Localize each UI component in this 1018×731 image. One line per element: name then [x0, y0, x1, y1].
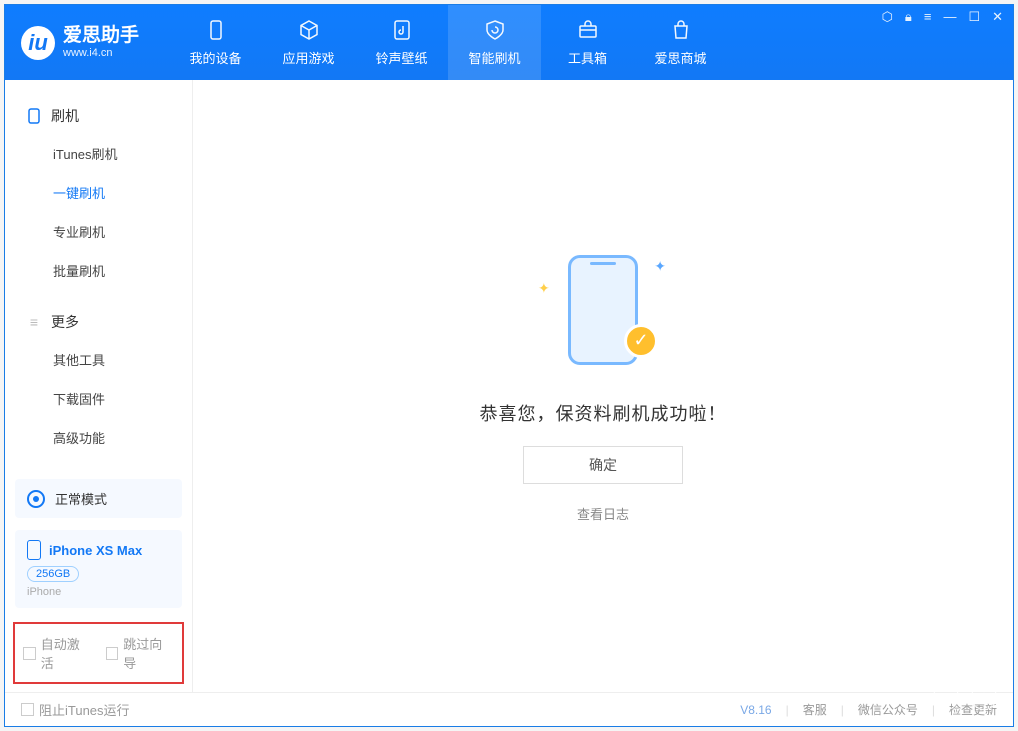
- checkbox-auto-activate[interactable]: 自动激活: [23, 634, 92, 672]
- list-icon: ≡: [27, 315, 41, 329]
- success-illustration: ✦ ✦ ✓: [538, 250, 668, 380]
- footer-support-link[interactable]: 客服: [803, 701, 827, 718]
- tab-label: 爱思商城: [655, 48, 707, 67]
- body: 刷机 iTunes刷机 一键刷机 专业刷机 批量刷机 ≡ 更多 其他工具 下载固…: [5, 80, 1013, 692]
- checkbox-block-itunes[interactable]: 阻止iTunes运行: [21, 700, 130, 719]
- options-highlighted: 自动激活 跳过向导: [13, 622, 184, 684]
- main-tabs: 我的设备 应用游戏 铃声壁纸 智能刷机 工具箱 爱思商城: [169, 5, 727, 80]
- version-label: V8.16: [740, 703, 771, 717]
- user-icon: [977, 690, 991, 704]
- logo-icon: iu: [21, 26, 55, 60]
- sidebar-item-batch-flash[interactable]: 批量刷机: [5, 251, 192, 290]
- tab-label: 智能刷机: [469, 48, 521, 67]
- tab-my-device[interactable]: 我的设备: [169, 5, 262, 80]
- sidebar-item-oneclick-flash[interactable]: 一键刷机: [5, 173, 192, 212]
- minimize-button[interactable]: —: [943, 9, 956, 25]
- sidebar-section-flash: 刷机: [5, 98, 192, 134]
- device-card[interactable]: iPhone XS Max 256GB iPhone: [15, 530, 182, 608]
- tab-apps-games[interactable]: 应用游戏: [262, 5, 355, 80]
- app-name: 爱思助手: [63, 26, 139, 47]
- mode-label: 正常模式: [55, 489, 107, 508]
- sidebar-item-other-tools[interactable]: 其他工具: [5, 340, 192, 379]
- app-window: iu 爱思助手 www.i4.cn 我的设备 应用游戏 铃声壁纸 智能刷机: [4, 4, 1014, 727]
- tab-toolbox[interactable]: 工具箱: [541, 5, 634, 80]
- checkbox-skip-wizard[interactable]: 跳过向导: [106, 634, 175, 672]
- device-icon: [27, 540, 41, 560]
- window-controls-top: ⬡ 🔒︎ ≡ — ☐ ✕: [882, 9, 1003, 25]
- mode-card[interactable]: 正常模式: [15, 479, 182, 518]
- close-button[interactable]: ✕: [992, 9, 1003, 25]
- ok-button[interactable]: 确定: [523, 446, 683, 484]
- shirt-icon[interactable]: ⬡: [882, 9, 893, 25]
- tab-store[interactable]: 爱思商城: [634, 5, 727, 80]
- header: iu 爱思助手 www.i4.cn 我的设备 应用游戏 铃声壁纸 智能刷机: [5, 5, 1013, 80]
- tab-label: 我的设备: [190, 48, 242, 67]
- lock-icon[interactable]: 🔒︎: [905, 9, 912, 25]
- sparkle-icon: ✦: [538, 280, 550, 297]
- footer-wechat-link[interactable]: 微信公众号: [858, 701, 918, 718]
- device-capacity: 256GB: [27, 566, 79, 582]
- tab-ringtone-wallpaper[interactable]: 铃声壁纸: [355, 5, 448, 80]
- sidebar-item-advanced[interactable]: 高级功能: [5, 418, 192, 457]
- sidebar: 刷机 iTunes刷机 一键刷机 专业刷机 批量刷机 ≡ 更多 其他工具 下载固…: [5, 80, 193, 692]
- mode-icon: [27, 490, 45, 508]
- sidebar-section-more: ≡ 更多: [5, 304, 192, 340]
- tab-label: 应用游戏: [283, 48, 335, 67]
- tab-label: 铃声壁纸: [376, 48, 428, 67]
- sparkle-icon: ✦: [654, 258, 666, 275]
- phone-icon: [204, 18, 228, 42]
- phone-small-icon: [27, 109, 41, 123]
- tab-smart-flash[interactable]: 智能刷机: [448, 5, 541, 80]
- sidebar-item-itunes-flash[interactable]: iTunes刷机: [5, 134, 192, 173]
- device-type: iPhone: [27, 586, 170, 598]
- cube-icon: [297, 18, 321, 42]
- shield-refresh-icon: [483, 18, 507, 42]
- sidebar-item-download-firmware[interactable]: 下载固件: [5, 379, 192, 418]
- maximize-button[interactable]: ☐: [968, 9, 980, 25]
- music-file-icon: [390, 18, 414, 42]
- logo: iu 爱思助手 www.i4.cn: [21, 26, 139, 60]
- sidebar-item-pro-flash[interactable]: 专业刷机: [5, 212, 192, 251]
- app-url: www.i4.cn: [63, 47, 139, 59]
- menu-icon[interactable]: ≡: [924, 9, 932, 25]
- footer: 阻止iTunes运行 V8.16 | 客服 | 微信公众号 | 检查更新: [5, 692, 1013, 726]
- toolbox-icon: [576, 18, 600, 42]
- bag-icon: [669, 18, 693, 42]
- checkmark-badge-icon: ✓: [624, 324, 658, 358]
- success-message: 恭喜您，保资料刷机成功啦！: [480, 400, 727, 426]
- tab-label: 工具箱: [568, 48, 607, 67]
- view-log-link[interactable]: 查看日志: [577, 504, 629, 523]
- main-content: ✦ ✦ ✓ 恭喜您，保资料刷机成功啦！ 确定 查看日志: [193, 80, 1013, 692]
- device-name: iPhone XS Max: [49, 543, 142, 558]
